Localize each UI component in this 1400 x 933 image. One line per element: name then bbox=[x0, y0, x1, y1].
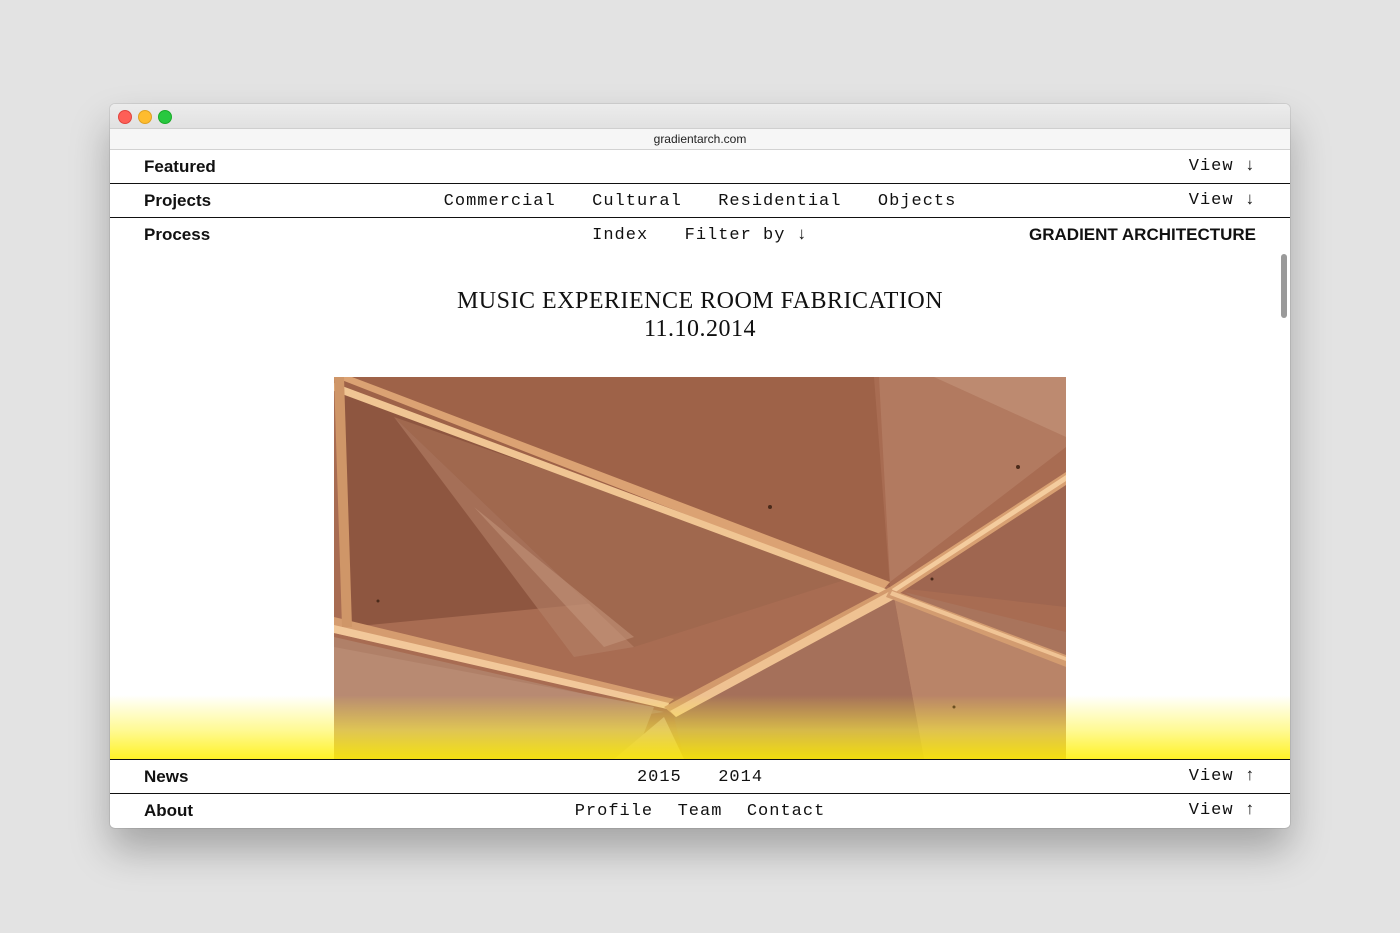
projects-category-links: Commercial Cultural Residential Objects bbox=[110, 184, 1290, 218]
nav-news-label[interactable]: News bbox=[144, 760, 188, 793]
wood-ceiling-image bbox=[334, 377, 1066, 759]
news-year-links: 2015 2014 bbox=[110, 760, 1290, 794]
nav-row-featured: Featured View ↓ bbox=[110, 150, 1290, 183]
link-cultural[interactable]: Cultural bbox=[592, 192, 682, 211]
address-bar[interactable]: gradientarch.com bbox=[110, 129, 1290, 150]
link-index[interactable]: Index bbox=[592, 226, 648, 245]
about-links: Profile Team Contact bbox=[110, 794, 1290, 828]
about-view-button[interactable]: View ↑ bbox=[1189, 794, 1256, 827]
featured-view-button[interactable]: View ↓ bbox=[1189, 150, 1256, 183]
link-year-2015[interactable]: 2015 bbox=[637, 768, 682, 787]
link-commercial[interactable]: Commercial bbox=[444, 192, 556, 211]
nav-row-process: Process Index Filter by ↓ GRADIENT ARCHI… bbox=[110, 218, 1290, 251]
link-year-2014[interactable]: 2014 bbox=[718, 768, 763, 787]
filter-by-dropdown[interactable]: Filter by ↓ bbox=[685, 226, 808, 245]
nav-about-label[interactable]: About bbox=[144, 794, 193, 827]
maximize-window-button[interactable] bbox=[158, 110, 172, 124]
post-date: 11.10.2014 bbox=[643, 316, 757, 342]
minimize-window-button[interactable] bbox=[138, 110, 152, 124]
close-window-button[interactable] bbox=[118, 110, 132, 124]
nav-row-news: News 2015 2014 View ↑ bbox=[110, 760, 1290, 793]
scrollbar-thumb[interactable] bbox=[1281, 254, 1287, 318]
nav-projects-label[interactable]: Projects bbox=[144, 184, 211, 217]
nav-process-label[interactable]: Process bbox=[144, 218, 210, 251]
post-photo bbox=[334, 377, 1066, 759]
link-team[interactable]: Team bbox=[678, 802, 723, 821]
post-title: MUSIC EXPERIENCE ROOM FABRICATION bbox=[456, 288, 944, 314]
nav-featured-label[interactable]: Featured bbox=[144, 150, 216, 183]
link-contact[interactable]: Contact bbox=[747, 802, 825, 821]
link-objects[interactable]: Objects bbox=[878, 192, 956, 211]
process-post: MUSIC EXPERIENCE ROOM FABRICATION 11.10.… bbox=[110, 251, 1290, 759]
news-view-button[interactable]: View ↑ bbox=[1189, 760, 1256, 793]
projects-view-button[interactable]: View ↓ bbox=[1189, 184, 1256, 217]
nav-row-projects: Projects Commercial Cultural Residential… bbox=[110, 184, 1290, 217]
title-bar bbox=[110, 104, 1290, 129]
browser-window: gradientarch.com Featured View ↓ Project… bbox=[110, 104, 1290, 828]
nav-row-about: About Profile Team Contact View ↑ bbox=[110, 794, 1290, 827]
site-brand[interactable]: GRADIENT ARCHITECTURE bbox=[1029, 218, 1256, 251]
link-profile[interactable]: Profile bbox=[575, 802, 653, 821]
link-residential[interactable]: Residential bbox=[718, 192, 841, 211]
